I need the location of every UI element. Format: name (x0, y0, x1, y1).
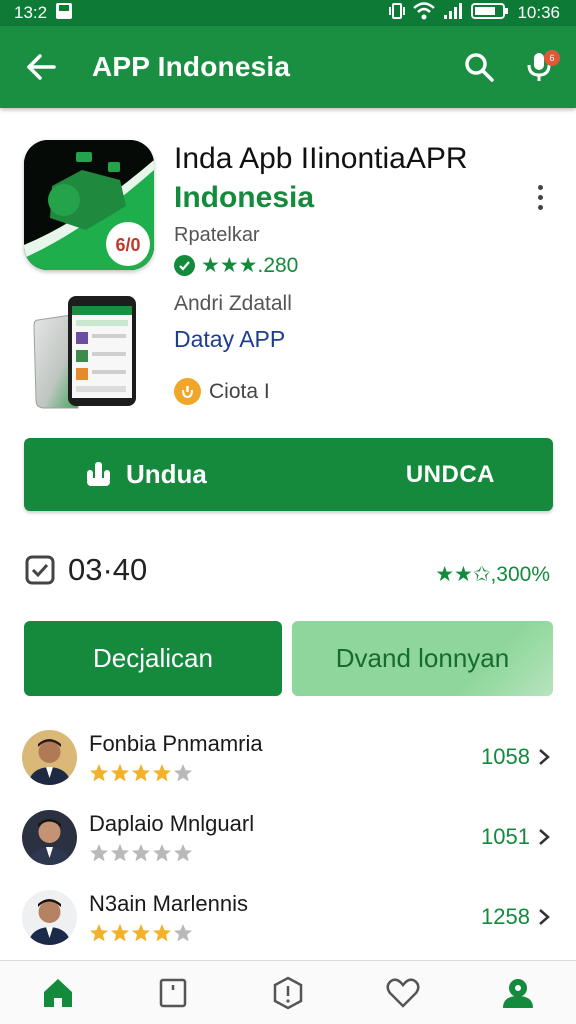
star-icon (111, 844, 129, 862)
battery-icon (471, 2, 509, 25)
info-icon (273, 976, 303, 1009)
review-row[interactable]: Fonbia Pnmamria 1058 (22, 726, 552, 788)
app-icon-badge: 6/0 (115, 235, 140, 255)
chevron-right-icon (536, 747, 552, 767)
review-row[interactable]: N3ain Marlennis 1258 (22, 886, 552, 948)
avatar (22, 889, 77, 945)
secondary-action-button[interactable]: Dvand lonnyan (292, 621, 553, 696)
star-icon (132, 764, 150, 782)
heart-icon (386, 977, 420, 1008)
nav-home[interactable] (28, 965, 88, 1021)
avatar (22, 729, 77, 785)
vibrate-icon (389, 2, 406, 25)
star-icon (153, 764, 171, 782)
category-label: Ciota I (209, 379, 270, 403)
rating-summary-text: ★★✩,300% (435, 563, 550, 586)
nav-favorites[interactable] (373, 965, 433, 1021)
avatar (22, 809, 77, 865)
app-bar: APP Indonesia 6 (0, 26, 576, 108)
nav-profile[interactable] (488, 965, 548, 1021)
profile-icon (503, 978, 534, 1008)
app-rating-text: ★★★.280 (201, 254, 299, 277)
star-icon (111, 764, 129, 782)
download-right-label: UNDCA (405, 460, 495, 488)
more-dot-icon (537, 194, 543, 200)
more-options-button[interactable] (524, 180, 556, 214)
status-time-left: 13:2 (14, 3, 48, 22)
nav-square[interactable] (143, 965, 203, 1021)
app-subtitle: Indonesia (174, 181, 315, 214)
app-icon[interactable]: 6/0 (24, 140, 154, 270)
chevron-right-icon (536, 827, 552, 847)
home-icon (43, 978, 72, 1007)
review-count: 1051 (481, 824, 530, 849)
search-button[interactable] (456, 44, 502, 90)
review-count: 1058 (481, 744, 530, 769)
star-icon (174, 764, 192, 782)
bottom-nav (0, 960, 576, 1024)
more-dot-icon (537, 204, 543, 210)
app-name: Inda Apb IIinontiaAPR (174, 142, 468, 175)
search-icon (465, 53, 494, 82)
star-icon (174, 924, 192, 942)
star-icon (90, 764, 108, 782)
category-row[interactable]: Ciota I (174, 378, 270, 405)
rating-summary: ★★✩,300% (435, 562, 550, 587)
star-icon (153, 844, 171, 862)
notification-badge: 6 (544, 50, 560, 66)
download-hand-icon (87, 461, 110, 486)
microphone-button[interactable]: 6 (516, 44, 562, 90)
star-icon (111, 924, 129, 942)
image-icon (55, 2, 73, 25)
back-arrow-icon (27, 54, 56, 80)
star-rating (89, 763, 481, 783)
reviewer-name: Daplaio Mnlguarl (89, 811, 255, 836)
time-value: 03·40 (68, 552, 148, 587)
chevron-right-icon (536, 907, 552, 927)
check-icon (174, 255, 195, 276)
download-button[interactable]: Undua UNDCA (24, 438, 553, 511)
star-icon (153, 924, 171, 942)
review-row[interactable]: Daplaio Mnlguarl 1051 (22, 806, 552, 868)
more-dot-icon (537, 184, 543, 190)
back-button[interactable] (18, 44, 64, 90)
time-info: 03·40 (24, 552, 147, 588)
wifi-icon (413, 1, 436, 25)
signal-icon (443, 2, 463, 25)
review-count: 1258 (481, 904, 530, 929)
status-bar: 13:2 10:36 (0, 0, 576, 26)
star-icon (90, 924, 108, 942)
page-title: APP Indonesia (92, 51, 291, 82)
developer-name[interactable]: Rpatelkar (174, 224, 260, 247)
app-rating: ★★★.280 (174, 253, 298, 278)
status-time-right: 10:36 (517, 3, 560, 22)
star-icon (132, 844, 150, 862)
reviewer-name: N3ain Marlennis (89, 891, 248, 916)
detail-link[interactable]: Datay APP (174, 326, 285, 353)
star-rating (89, 843, 481, 863)
star-icon (132, 924, 150, 942)
primary-action-button[interactable]: Decjalican (24, 621, 282, 696)
download-label: Undua (126, 459, 207, 489)
check-box-icon (25, 555, 55, 585)
phone-screenshot-image[interactable] (30, 292, 158, 412)
reviewer-name: Fonbia Pnmamria (89, 731, 263, 756)
star-icon (174, 844, 192, 862)
coin-icon (174, 378, 201, 405)
detail-label: Andri Zdatall (174, 292, 292, 315)
star-icon (90, 844, 108, 862)
square-icon (159, 978, 187, 1007)
nav-info[interactable] (258, 965, 318, 1021)
star-rating (89, 923, 481, 943)
